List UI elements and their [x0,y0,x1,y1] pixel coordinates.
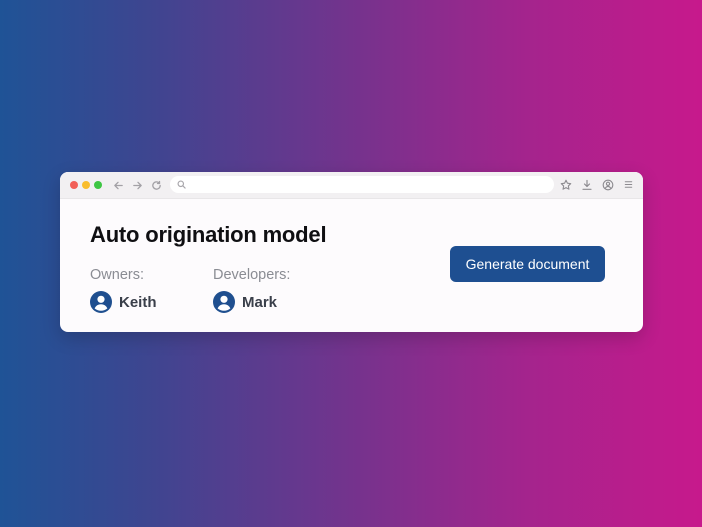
generate-document-button[interactable]: Generate document [450,246,605,282]
browser-tools [559,178,635,191]
close-window-button[interactable] [70,181,78,189]
window-controls [70,181,102,189]
account-icon[interactable] [601,178,614,191]
owners-label: Owners: [90,267,144,283]
owners-section: Owners: Keith [90,267,157,313]
back-arrow-icon[interactable] [112,179,125,192]
minimize-window-button[interactable] [82,181,90,189]
developer-name: Mark [242,293,278,311]
developer-person: Mark [213,291,290,313]
page-title: Auto origination model [90,222,327,247]
developers-label: Developers: [213,267,291,283]
page-content: Auto origination model Owners: Keith Dev… [60,199,643,332]
address-bar[interactable] [170,176,554,193]
user-avatar-icon [90,291,112,313]
download-icon[interactable] [580,178,593,191]
browser-nav [112,179,163,192]
browser-window: Auto origination model Owners: Keith Dev… [60,172,643,332]
owner-name: Keith [119,293,157,311]
user-avatar-icon [213,291,235,313]
forward-arrow-icon[interactable] [131,179,144,192]
developers-section: Developers: Mark [213,267,290,313]
star-icon[interactable] [559,178,572,191]
search-icon [177,179,187,190]
maximize-window-button[interactable] [94,181,102,189]
reload-icon[interactable] [150,179,163,192]
menu-icon[interactable] [622,178,635,191]
browser-toolbar [60,172,643,199]
owner-person: Keith [90,291,157,313]
